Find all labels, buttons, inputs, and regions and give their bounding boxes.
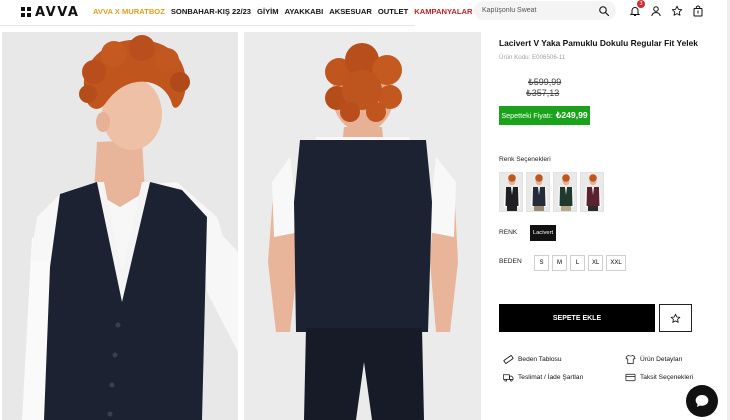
delivery-returns-label: Teslimat / İade Şartları xyxy=(518,374,584,381)
basket-price-label: Sepetteki Fiyatı: xyxy=(501,111,553,120)
basket-price-value: ₺249,99 xyxy=(555,110,588,120)
selected-color-chip[interactable]: Lacivert xyxy=(530,225,556,241)
installment-options-link[interactable]: Taksit Seçenekleri xyxy=(625,372,693,383)
color-swatches xyxy=(499,172,604,212)
size-option-s[interactable]: S xyxy=(534,255,549,271)
basket-price-badge: Sepetteki Fiyatı: ₺249,99 xyxy=(499,106,590,125)
nav-item-aksesuar[interactable]: AKSESUAR xyxy=(329,7,372,16)
chat-bubble-icon xyxy=(695,395,709,407)
model-back-illustration xyxy=(244,32,481,420)
size-options: S M L XL XXL xyxy=(534,255,626,271)
product-details-label: Ürün Detayları xyxy=(640,356,683,363)
star-icon xyxy=(670,313,681,323)
nav-item-avva-x-muratboz[interactable]: AVVA X MURATBOZ xyxy=(93,7,165,16)
color-label: RENK xyxy=(499,229,518,236)
truck-icon xyxy=(503,374,514,382)
swatch-model-thumbnail xyxy=(500,173,522,211)
nav-item-sonbahar-kis[interactable]: SONBAHAR-KIŞ 22/23 xyxy=(171,7,251,16)
swatch-model-thumbnail xyxy=(554,173,576,211)
color-swatch-green[interactable] xyxy=(553,172,577,212)
size-option-xl[interactable]: XL xyxy=(588,255,604,271)
live-chat-button[interactable] xyxy=(686,385,718,417)
color-swatch-black[interactable] xyxy=(499,172,523,212)
product-image-back[interactable] xyxy=(244,32,481,420)
model-front-illustration xyxy=(2,32,238,420)
tshirt-icon xyxy=(625,355,636,364)
size-option-xxl[interactable]: XXL xyxy=(606,255,626,271)
add-to-favorites-button[interactable] xyxy=(659,304,692,332)
credit-card-icon xyxy=(625,373,636,382)
add-to-cart-button[interactable]: SEPETE EKLE xyxy=(499,304,655,332)
logo[interactable]: AVVA xyxy=(21,4,80,20)
nav-item-giyim[interactable]: GİYİM xyxy=(257,7,279,16)
ruler-icon xyxy=(503,355,514,364)
product-info-panel: Lacivert V Yaka Pamuklu Dokulu Regular F… xyxy=(499,0,730,420)
header-divider xyxy=(0,25,415,26)
nav-item-ayakkabi[interactable]: AYAKKABI xyxy=(285,7,324,16)
delivery-returns-link[interactable]: Teslimat / İade Şartları xyxy=(503,372,584,383)
size-chart-link[interactable]: Beden Tablosu xyxy=(503,354,562,365)
installment-options-label: Taksit Seçenekleri xyxy=(640,374,694,381)
main-nav: AVVA X MURATBOZ SONBAHAR-KIŞ 22/23 GİYİM… xyxy=(93,7,473,16)
swatch-model-thumbnail xyxy=(527,173,549,211)
product-details-link[interactable]: Ürün Detayları xyxy=(625,354,683,365)
nav-item-outlet[interactable]: OUTLET xyxy=(378,7,408,16)
original-price: ₺599,99 xyxy=(528,77,562,87)
color-options-heading: Renk Seçenekleri xyxy=(499,156,551,163)
size-option-l[interactable]: L xyxy=(570,255,585,271)
product-code: Ürün Kodu: E006506-11 xyxy=(499,54,566,61)
swatch-model-thumbnail xyxy=(581,173,603,211)
size-chart-label: Beden Tablosu xyxy=(518,356,562,363)
logo-mark-icon xyxy=(21,7,31,17)
size-option-m[interactable]: M xyxy=(552,255,567,271)
logo-text: AVVA xyxy=(35,4,80,20)
color-swatch-navy[interactable] xyxy=(526,172,550,212)
nav-item-kampanyalar[interactable]: KAMPANYALAR xyxy=(414,7,472,16)
product-title: Lacivert V Yaka Pamuklu Dokulu Regular F… xyxy=(499,38,698,48)
size-label: BEDEN xyxy=(499,258,522,265)
product-image-front[interactable] xyxy=(2,32,238,420)
discounted-price: ₺357,13 xyxy=(526,88,560,98)
color-swatch-burgundy[interactable] xyxy=(580,172,604,212)
